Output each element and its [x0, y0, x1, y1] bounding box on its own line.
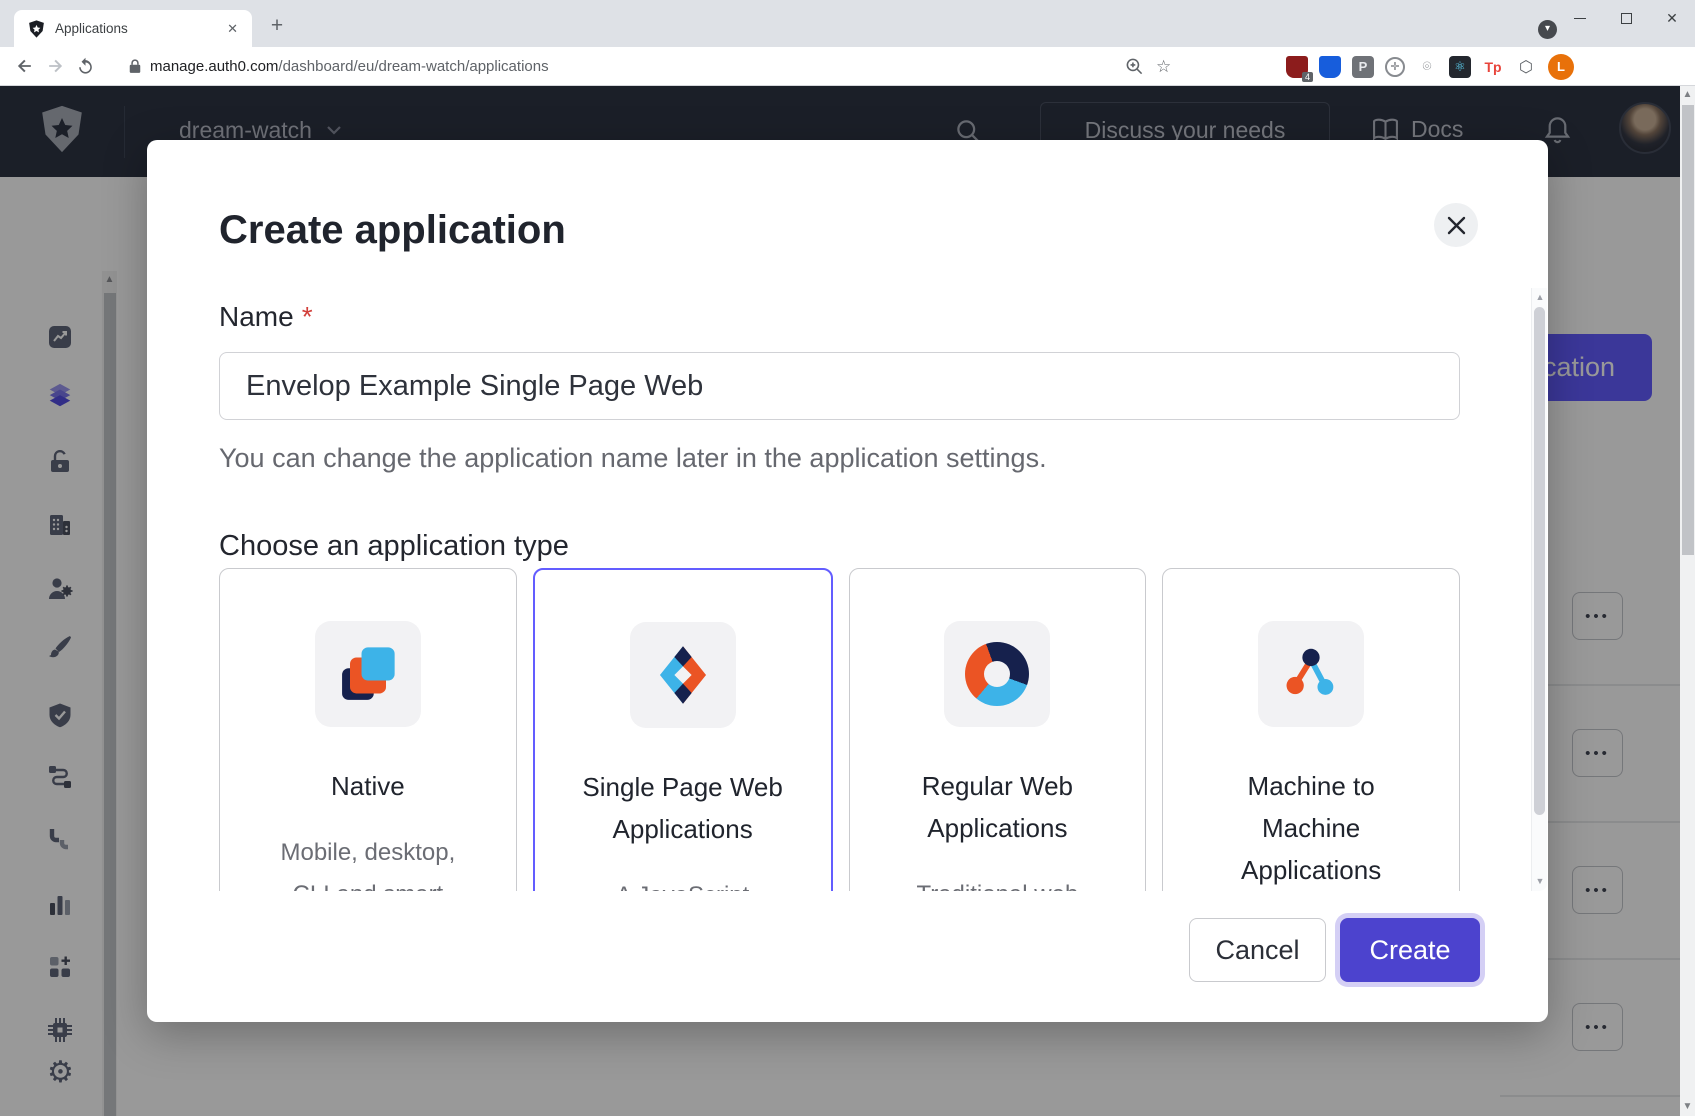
- maximize-icon: [1621, 13, 1632, 24]
- browser-tab-strip: Applications ✕ + ▾ ✕: [0, 0, 1695, 47]
- modal-close-button[interactable]: [1434, 203, 1478, 247]
- card-title: Regular Web Applications: [850, 765, 1146, 849]
- p-extension-icon[interactable]: P: [1352, 56, 1374, 78]
- page-scroll-up-icon[interactable]: ▲: [1680, 89, 1695, 100]
- spa-icon-tile: [630, 622, 736, 728]
- modal-scroll-area: Name* You can change the application nam…: [147, 288, 1532, 891]
- minimize-icon: [1574, 18, 1586, 19]
- application-type-cards: Native Mobile, desktop, CLI and smart: [219, 568, 1460, 891]
- card-description: Mobile, desktop, CLI and smart: [220, 832, 516, 891]
- move-extension-icon[interactable]: ✛: [1385, 57, 1405, 77]
- card-native[interactable]: Native Mobile, desktop, CLI and smart: [219, 568, 517, 891]
- name-helper-text: You can change the application name late…: [219, 442, 1460, 474]
- machine-to-machine-icon: [1275, 638, 1347, 710]
- ublock-badge: 4: [1302, 72, 1313, 82]
- page-zoom-icon[interactable]: [1125, 57, 1144, 76]
- bookmark-star-icon[interactable]: ☆: [1156, 57, 1171, 77]
- create-button[interactable]: Create: [1340, 918, 1480, 982]
- forward-icon: [45, 56, 65, 76]
- card-description: A JavaScript: [535, 875, 831, 891]
- native-icon-tile: [315, 621, 421, 727]
- browser-tab[interactable]: Applications ✕: [14, 10, 252, 47]
- name-field-label: Name*: [219, 300, 1460, 334]
- card-title: Machine to Machine Applications: [1163, 765, 1459, 891]
- reload-icon: [76, 57, 95, 76]
- url-host: manage.auth0.com: [150, 58, 278, 75]
- card-machine-to-machine[interactable]: Machine to Machine Applications: [1162, 568, 1460, 891]
- screenshot-extension-icon[interactable]: ⌾: [1416, 56, 1438, 78]
- create-application-modal: Create application Name* You can change …: [147, 140, 1548, 1022]
- card-title: Single Page Web Applications: [535, 766, 831, 850]
- application-name-input[interactable]: [219, 352, 1460, 420]
- page-scroll-down-icon[interactable]: ▼: [1680, 1101, 1695, 1112]
- regular-web-icon-tile: [944, 621, 1050, 727]
- screen: Applications ✕ + ▾ ✕ manage.auth0.com/da…: [0, 0, 1695, 1116]
- bitwarden-extension-icon[interactable]: [1319, 56, 1341, 78]
- single-page-app-icon: [647, 639, 719, 711]
- modal-scroll-thumb[interactable]: [1534, 307, 1545, 815]
- chrome-update-icon[interactable]: ▾: [1538, 20, 1557, 39]
- modal-title: Create application: [147, 140, 1548, 254]
- modal-scroll-up-icon[interactable]: ▲: [1532, 292, 1548, 302]
- back-button[interactable]: [10, 51, 40, 81]
- ublock-extension-icon[interactable]: 4: [1286, 56, 1308, 78]
- auth0-favicon-icon: [28, 20, 45, 38]
- required-asterisk: *: [302, 301, 313, 332]
- browser-scrollbar[interactable]: ▲ ▼: [1680, 86, 1695, 1116]
- modal-scroll-down-icon[interactable]: ▼: [1532, 876, 1548, 886]
- page-scroll-thumb[interactable]: [1682, 105, 1694, 555]
- close-icon: [1447, 216, 1466, 235]
- reload-button[interactable]: [70, 51, 100, 81]
- url-path: /dashboard/eu/dream-watch/applications: [278, 58, 548, 75]
- card-single-page-web[interactable]: Single Page Web Applications A JavaScrip…: [533, 568, 833, 891]
- tampermonkey-extension-icon[interactable]: Tp: [1482, 56, 1504, 78]
- address-bar[interactable]: manage.auth0.com/dashboard/eu/dream-watc…: [150, 58, 549, 75]
- card-title: Native: [220, 765, 516, 807]
- react-devtools-extension-icon[interactable]: ⚛: [1449, 56, 1471, 78]
- tab-close-icon[interactable]: ✕: [223, 21, 242, 37]
- extensions-puzzle-icon[interactable]: ⬡: [1515, 56, 1537, 78]
- window-controls: ✕: [1557, 0, 1695, 36]
- window-close-button[interactable]: ✕: [1649, 0, 1695, 36]
- modal-footer: Cancel Create: [1189, 918, 1480, 982]
- forward-button[interactable]: [40, 51, 70, 81]
- lock-icon[interactable]: [128, 58, 142, 75]
- modal-scrollbar[interactable]: ▲ ▼: [1531, 288, 1547, 891]
- browser-toolbar: manage.auth0.com/dashboard/eu/dream-watc…: [0, 47, 1695, 86]
- browser-profile-avatar[interactable]: L: [1548, 54, 1574, 80]
- tab-title: Applications: [55, 21, 223, 36]
- new-tab-button[interactable]: +: [263, 12, 291, 40]
- window-minimize-button[interactable]: [1557, 0, 1603, 36]
- native-icon: [332, 638, 404, 710]
- card-regular-web[interactable]: Regular Web Applications Traditional web: [849, 568, 1147, 891]
- extensions-row: 4 P ✛ ⌾ ⚛ Tp ⬡ L: [1286, 47, 1574, 86]
- application-type-heading: Choose an application type: [219, 528, 1460, 564]
- cancel-button[interactable]: Cancel: [1189, 918, 1326, 982]
- m2m-icon-tile: [1258, 621, 1364, 727]
- back-icon: [15, 56, 35, 76]
- regular-web-icon: [965, 642, 1029, 706]
- window-maximize-button[interactable]: [1603, 0, 1649, 36]
- card-description: Traditional web: [850, 874, 1146, 891]
